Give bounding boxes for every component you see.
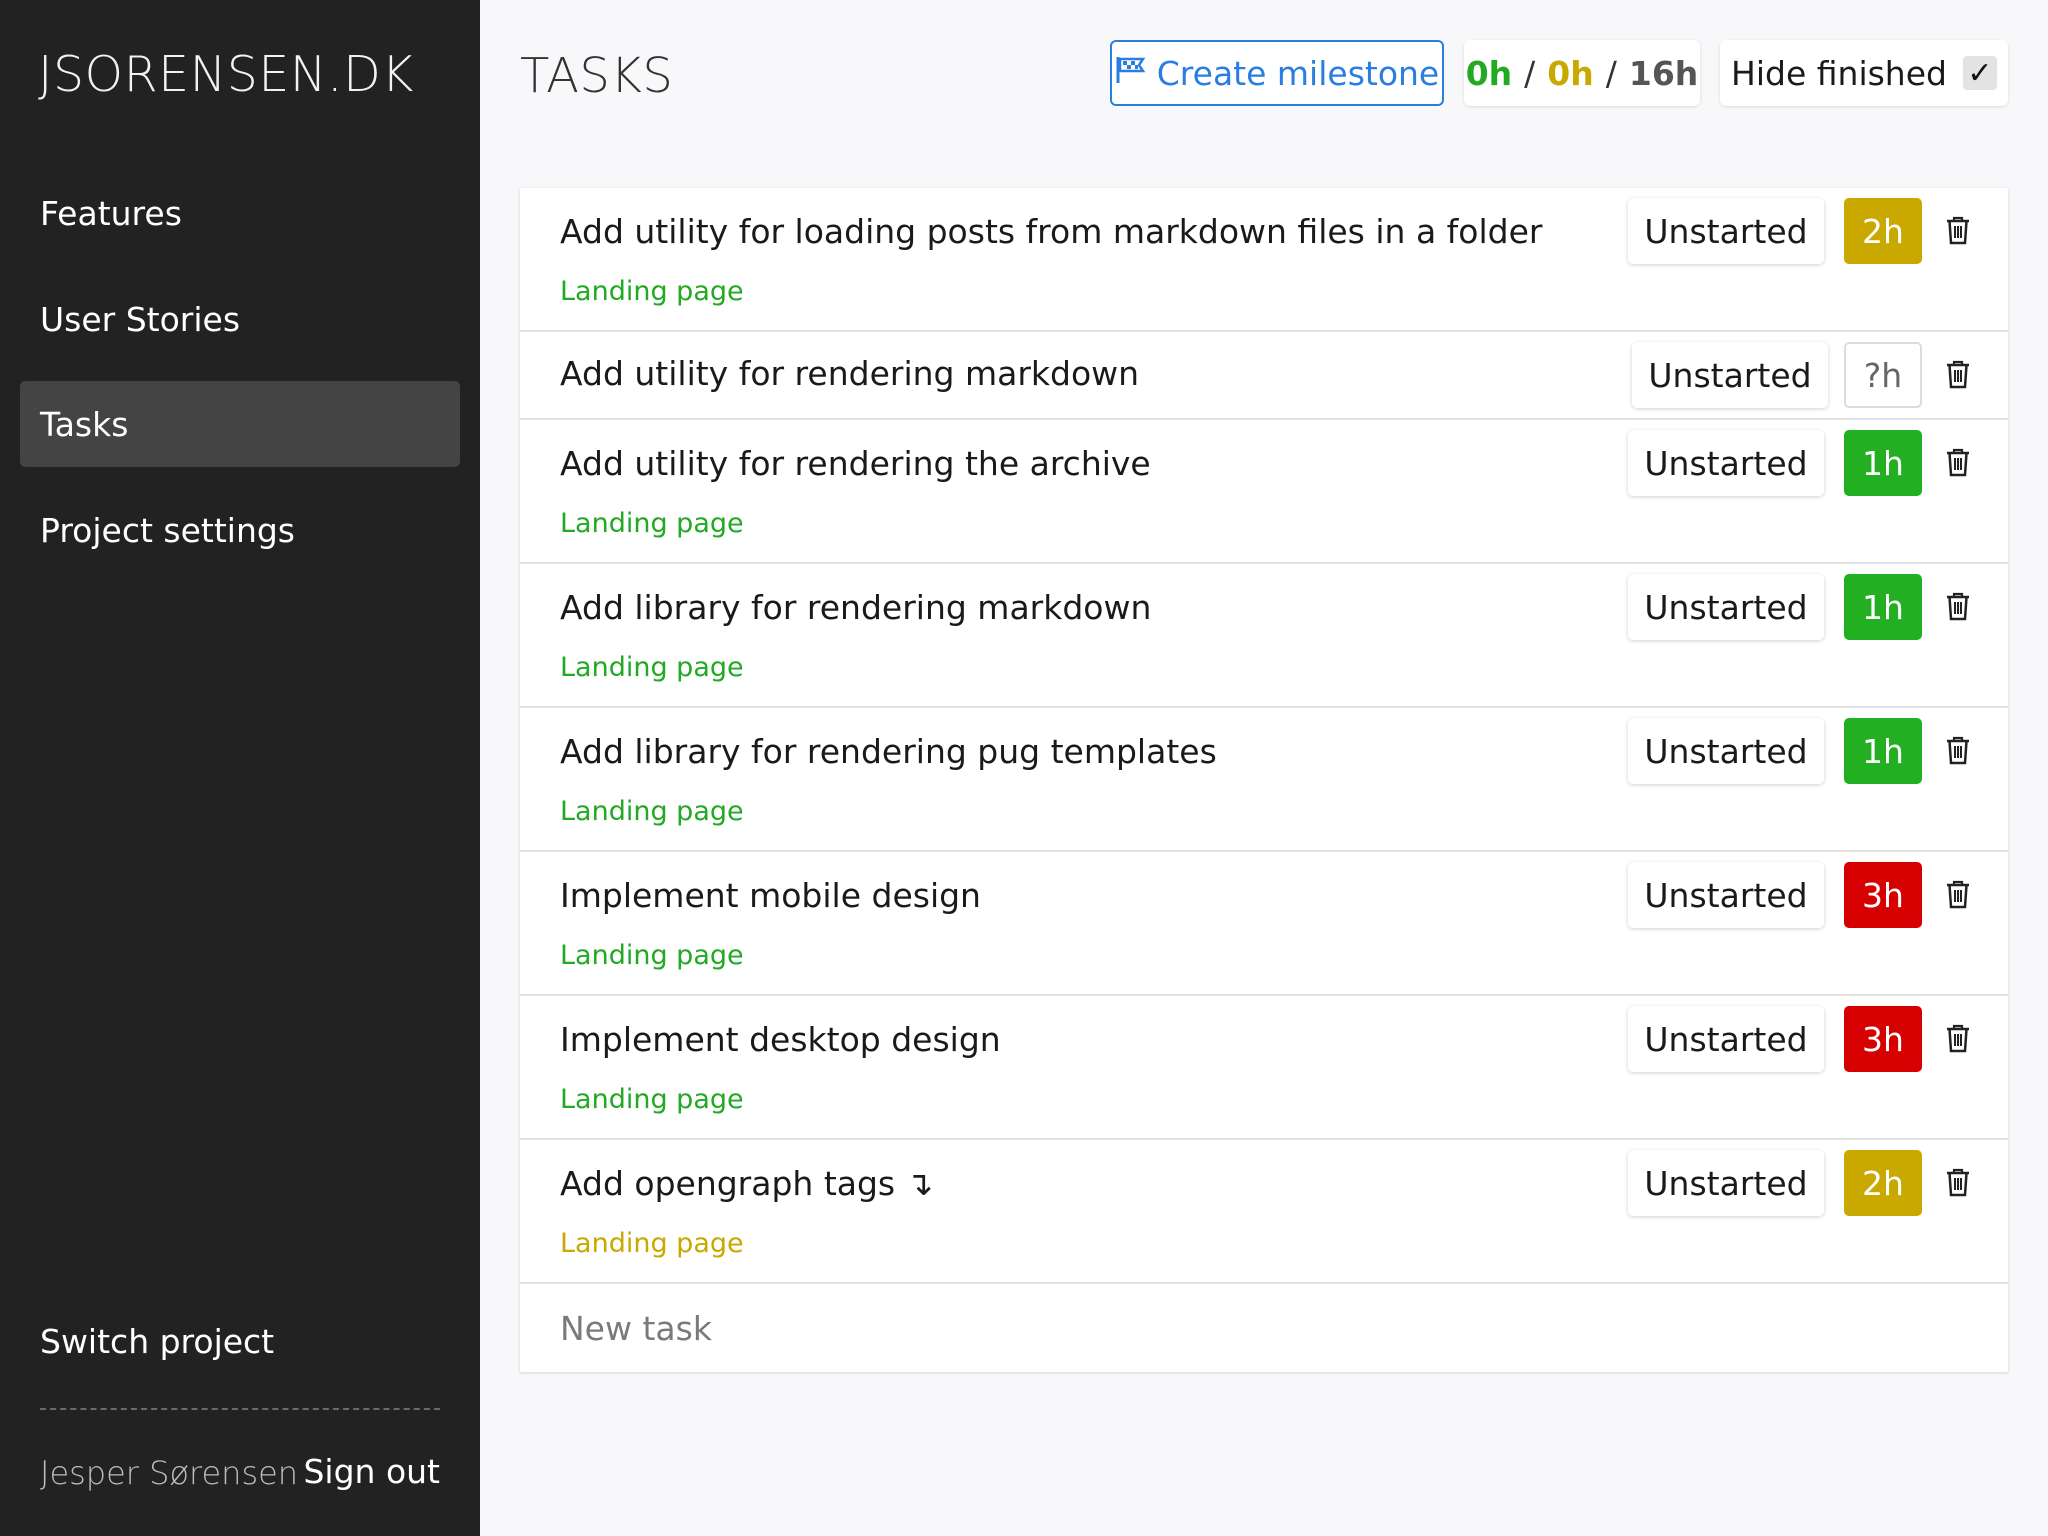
- task-status-button[interactable]: Unstarted: [1628, 718, 1824, 784]
- task-list: Add utility for loading posts from markd…: [520, 188, 2008, 1372]
- task-feature-link[interactable]: Landing page: [560, 940, 744, 971]
- hours-summary: 0h / 0h / 16h: [1464, 40, 1700, 106]
- trash-icon[interactable]: [1938, 210, 1978, 250]
- task-status-button[interactable]: Unstarted: [1628, 1006, 1824, 1072]
- task-estimate-button[interactable]: 2h: [1844, 1150, 1922, 1216]
- nav-item-user-stories[interactable]: User Stories: [20, 276, 460, 362]
- task-row[interactable]: Implement mobile design Landing page Unsta…: [520, 852, 2008, 996]
- task-row[interactable]: Add library for rendering markdown Landin…: [520, 564, 2008, 708]
- task-row[interactable]: Add utility for rendering the archive Lan…: [520, 420, 2008, 564]
- task-row[interactable]: Add utility for loading posts from markd…: [520, 188, 2008, 332]
- new-task-row: [520, 1284, 2008, 1372]
- task-feature-link[interactable]: Landing page: [560, 1228, 744, 1259]
- nav-item-project-settings[interactable]: Project settings: [20, 487, 460, 573]
- task-title[interactable]: Implement desktop design: [560, 1020, 1001, 1059]
- task-status-button[interactable]: Unstarted: [1628, 198, 1824, 264]
- checkmark-icon: ✓: [1967, 55, 1993, 91]
- trash-icon[interactable]: [1938, 1018, 1978, 1058]
- task-title[interactable]: Add library for rendering pug templates: [560, 732, 1217, 771]
- create-milestone-button[interactable]: Create milestone: [1110, 40, 1444, 106]
- task-status-button[interactable]: Unstarted: [1628, 574, 1824, 640]
- nav-item-label: Features: [40, 193, 182, 233]
- new-task-input[interactable]: [560, 1302, 1960, 1354]
- task-row[interactable]: Implement desktop design Landing page Unst…: [520, 996, 2008, 1140]
- nav-item-tasks[interactable]: Tasks: [20, 381, 460, 467]
- hide-finished-checkbox[interactable]: ✓: [1962, 55, 1997, 91]
- task-status-button[interactable]: Unstarted: [1628, 862, 1824, 928]
- switch-project-link[interactable]: Switch project: [40, 1322, 274, 1361]
- task-title[interactable]: Add library for rendering markdown: [560, 588, 1151, 627]
- task-feature-link[interactable]: Landing page: [560, 796, 744, 827]
- task-estimate-button[interactable]: 2h: [1844, 198, 1922, 264]
- task-estimate-button[interactable]: 3h: [1844, 1006, 1922, 1072]
- nav-item-label: Tasks: [40, 404, 129, 444]
- hide-finished-toggle[interactable]: Hide finished ✓: [1720, 40, 2008, 106]
- task-title[interactable]: Add utility for loading posts from markd…: [560, 212, 1542, 251]
- task-row[interactable]: Add opengraph tags ↴ Landing page Unstarte…: [520, 1140, 2008, 1284]
- task-estimate-button[interactable]: 1h: [1844, 718, 1922, 784]
- task-title[interactable]: Add utility for rendering the archive: [560, 444, 1151, 483]
- nav-item-label: Project settings: [40, 510, 295, 550]
- flag-icon: [1115, 54, 1147, 93]
- task-status-button[interactable]: Unstarted: [1628, 1150, 1824, 1216]
- task-row[interactable]: Add library for rendering pug templates L…: [520, 708, 2008, 852]
- nav-item-label: User Stories: [40, 299, 241, 339]
- create-milestone-label: Create milestone: [1156, 53, 1440, 93]
- hours-total: 16h: [1628, 53, 1699, 93]
- trash-icon[interactable]: [1938, 442, 1978, 482]
- nav-item-features[interactable]: Features: [20, 170, 460, 256]
- task-title[interactable]: Add utility for rendering markdown: [560, 354, 1139, 393]
- sidebar: JSORENSEN.DK Features User Stories Tasks…: [0, 0, 480, 1536]
- trash-icon[interactable]: [1938, 1162, 1978, 1202]
- task-feature-link[interactable]: Landing page: [560, 508, 744, 539]
- brand-logo[interactable]: JSORENSEN.DK: [38, 46, 414, 103]
- hide-finished-label: Hide finished: [1731, 53, 1947, 93]
- task-estimate-button[interactable]: 3h: [1844, 862, 1922, 928]
- hours-in-progress: 0h: [1547, 53, 1594, 93]
- hours-separator: /: [1524, 53, 1536, 93]
- task-row[interactable]: Add utility for rendering markdown Unstar…: [520, 332, 2008, 420]
- task-estimate-button[interactable]: ?h: [1844, 342, 1922, 408]
- task-estimate-button[interactable]: 1h: [1844, 574, 1922, 640]
- task-feature-link[interactable]: Landing page: [560, 1084, 744, 1115]
- page-title: TASKS: [520, 48, 674, 104]
- task-title[interactable]: Add opengraph tags ↴: [560, 1164, 933, 1203]
- task-feature-link[interactable]: Landing page: [560, 276, 744, 307]
- trash-icon[interactable]: [1938, 730, 1978, 770]
- task-feature-link[interactable]: Landing page: [560, 652, 744, 683]
- hours-done: 0h: [1465, 53, 1513, 93]
- trash-icon[interactable]: [1938, 874, 1978, 914]
- trash-icon[interactable]: [1938, 354, 1978, 394]
- sidebar-divider: [40, 1408, 440, 1410]
- task-estimate-button[interactable]: 1h: [1844, 430, 1922, 496]
- user-name: Jesper Sørensen: [40, 1454, 299, 1492]
- task-status-button[interactable]: Unstarted: [1628, 430, 1824, 496]
- sign-out-link[interactable]: Sign out: [303, 1452, 440, 1491]
- task-status-button[interactable]: Unstarted: [1632, 342, 1828, 408]
- task-title[interactable]: Implement mobile design: [560, 876, 981, 915]
- hours-separator: /: [1605, 53, 1617, 93]
- trash-icon[interactable]: [1938, 586, 1978, 626]
